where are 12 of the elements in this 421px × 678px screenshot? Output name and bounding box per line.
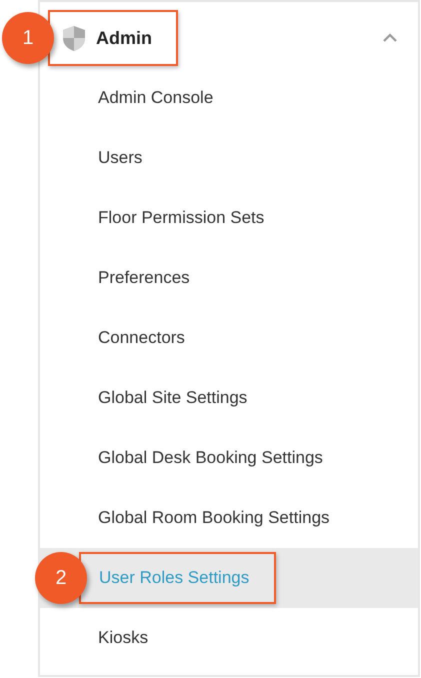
menu-item[interactable]: Floor Permission Sets: [98, 205, 264, 231]
menu-item[interactable]: Global Desk Booking Settings: [98, 445, 323, 471]
menu-item[interactable]: Global Site Settings: [98, 385, 248, 411]
menu-item[interactable]: Kiosks: [98, 625, 148, 651]
menu-item[interactable]: Admin Console: [98, 85, 214, 111]
menu-item[interactable]: Global Room Booking Settings: [98, 505, 330, 531]
step-number-tooltip: 1: [2, 12, 54, 64]
chevron-up-icon[interactable]: [383, 33, 397, 42]
menu-item[interactable]: Connectors: [98, 325, 185, 351]
menu-item[interactable]: Users: [98, 145, 142, 171]
menu-item[interactable]: Preferences: [98, 265, 190, 291]
shield-icon: [62, 24, 86, 52]
